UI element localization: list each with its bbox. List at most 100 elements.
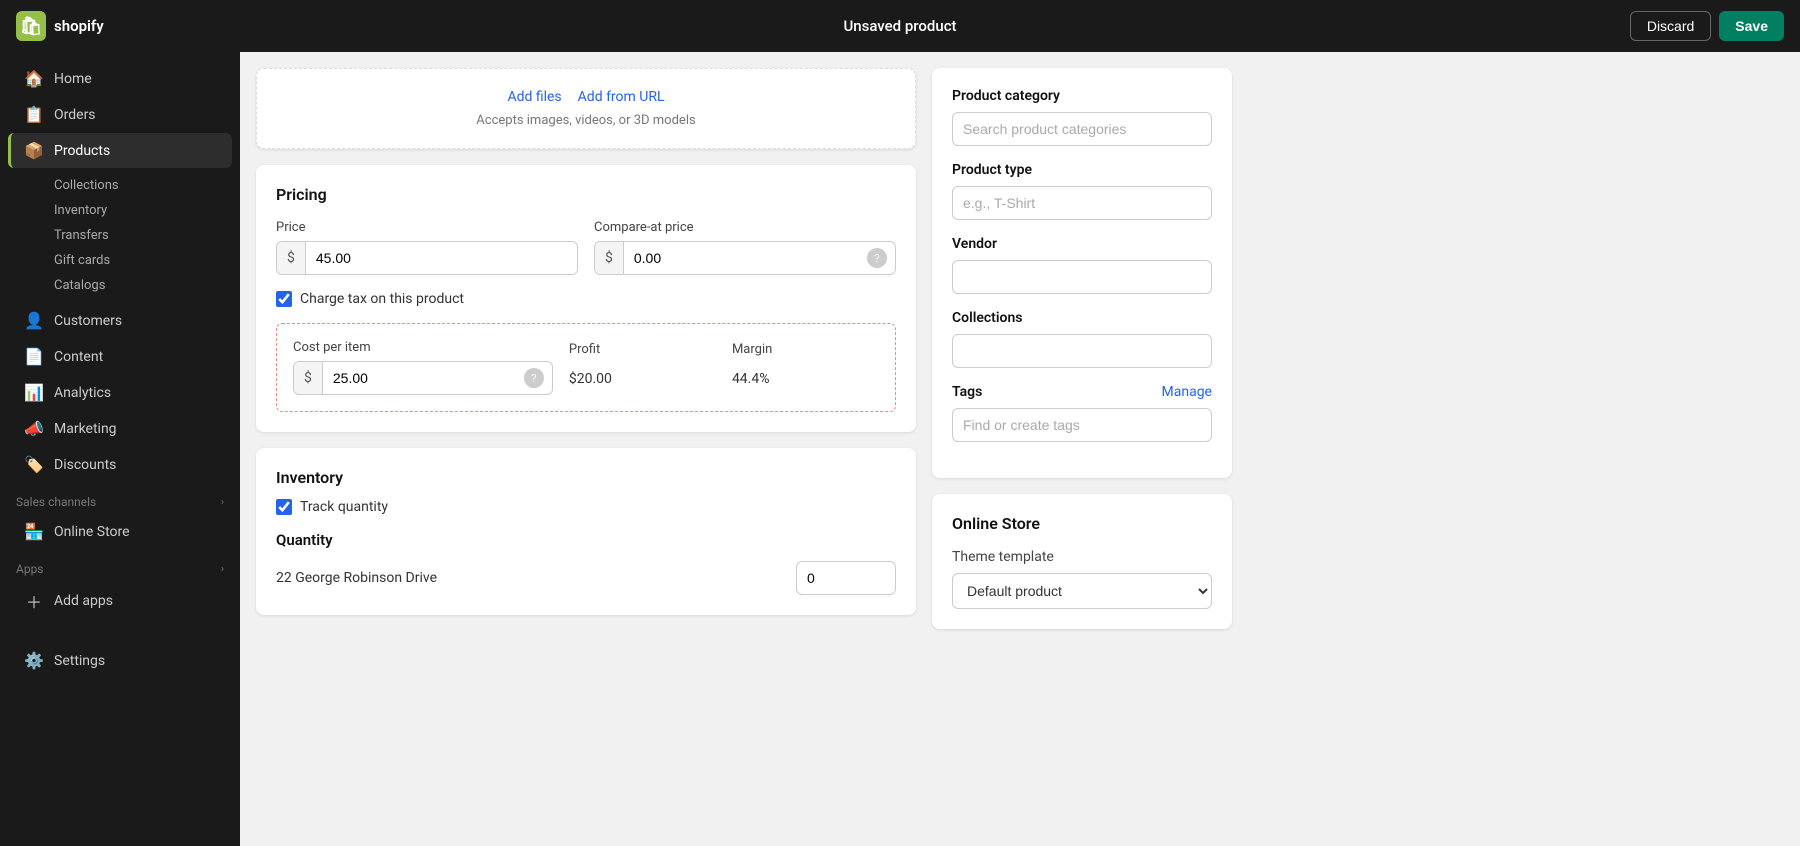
media-actions: Add files Add from URL	[277, 89, 895, 105]
apps-label: Apps ›	[0, 550, 240, 580]
topbar: 🛍 shopify Unsaved product Discard Save	[0, 0, 1800, 52]
profit-label: Profit	[569, 342, 716, 357]
sidebar-item-label: Content	[54, 349, 103, 365]
product-organization-card: Product category Product type Vendor Col…	[932, 68, 1232, 478]
cost-input[interactable]	[323, 362, 524, 394]
sidebar-item-label: Orders	[54, 107, 96, 123]
sidebar-item-inventory[interactable]: Inventory	[46, 198, 240, 223]
charge-tax-checkbox[interactable]	[276, 291, 292, 307]
cost-help-icon[interactable]: ?	[524, 368, 544, 388]
compare-input[interactable]	[624, 242, 867, 274]
chevron-right-icon: ›	[221, 497, 224, 508]
sidebar-item-label: Analytics	[54, 385, 111, 401]
sidebar-item-catalogs[interactable]: Catalogs	[46, 273, 240, 298]
tags-input[interactable]	[952, 408, 1212, 442]
sidebar-item-collections[interactable]: Collections	[46, 173, 240, 198]
price-row: Price $ Compare-at price $ ?	[276, 220, 896, 275]
margin-label: Margin	[732, 342, 879, 357]
sales-channels-label: Sales channels ›	[0, 483, 240, 513]
compare-input-wrapper: $ ?	[594, 241, 896, 275]
sidebar-item-gift-cards[interactable]: Gift cards	[46, 248, 240, 273]
quantity-location: 22 George Robinson Drive	[276, 570, 437, 586]
inventory-title: Inventory	[276, 468, 896, 487]
online-store-card: Online Store Theme template Default prod…	[932, 494, 1232, 629]
vendor-label: Vendor	[952, 236, 1212, 252]
cost-input-wrapper: $ ?	[293, 361, 553, 395]
sidebar-item-analytics[interactable]: 📊 Analytics	[8, 375, 232, 410]
content-icon: 📄	[24, 347, 44, 366]
sidebar-item-label: Marketing	[54, 421, 117, 437]
sidebar-item-discounts[interactable]: 🏷️ Discounts	[8, 447, 232, 482]
pricing-title: Pricing	[276, 185, 896, 204]
sidebar-item-transfers[interactable]: Transfers	[46, 223, 240, 248]
price-label: Price	[276, 220, 578, 235]
cost-field: Cost per item $ ?	[293, 340, 553, 395]
product-category-input[interactable]	[952, 112, 1212, 146]
add-from-url-link[interactable]: Add from URL	[578, 89, 665, 105]
customers-icon: 👤	[24, 311, 44, 330]
cost-prefix: $	[294, 362, 323, 394]
sidebar-item-products[interactable]: 📦 Products	[8, 133, 232, 168]
compare-prefix: $	[595, 242, 624, 274]
topbar-actions: Discard Save	[1630, 11, 1784, 41]
sidebar-item-label: Settings	[54, 653, 105, 669]
product-category-label: Product category	[952, 88, 1212, 104]
product-type-label: Product type	[952, 162, 1212, 178]
tags-header: Tags Manage	[952, 384, 1212, 400]
margin-value: 44.4%	[732, 363, 879, 395]
media-hint: Accepts images, videos, or 3D models	[277, 113, 895, 128]
center-column: Add files Add from URL Accepts images, v…	[256, 68, 916, 830]
price-prefix: $	[277, 242, 306, 274]
track-quantity-checkbox[interactable]	[276, 499, 292, 515]
sidebar-item-online-store[interactable]: 🏪 Online Store	[8, 514, 232, 549]
cost-label: Cost per item	[293, 340, 553, 355]
products-submenu: Collections Inventory Transfers Gift car…	[0, 169, 240, 302]
compare-help-icon[interactable]: ?	[867, 248, 887, 268]
manage-link[interactable]: Manage	[1162, 384, 1212, 400]
analytics-icon: 📊	[24, 383, 44, 402]
quantity-row: 22 George Robinson Drive	[276, 561, 896, 595]
online-store-icon: 🏪	[24, 522, 44, 541]
save-button[interactable]: Save	[1719, 11, 1784, 41]
margin-stat: Margin 44.4%	[732, 340, 879, 395]
price-input[interactable]	[306, 242, 577, 274]
sidebar: 🏠 Home 📋 Orders 📦 Products Collections I…	[0, 52, 240, 846]
quantity-title: Quantity	[276, 531, 896, 549]
sidebar-item-orders[interactable]: 📋 Orders	[8, 97, 232, 132]
quantity-input[interactable]	[796, 561, 896, 595]
settings-icon: ⚙️	[24, 651, 44, 670]
product-type-input[interactable]	[952, 186, 1212, 220]
products-icon: 📦	[24, 141, 44, 160]
vendor-input[interactable]	[952, 260, 1212, 294]
sidebar-item-label: Online Store	[54, 524, 130, 540]
chevron-right-icon: ›	[221, 564, 224, 575]
collections-input[interactable]	[952, 334, 1212, 368]
profit-value: $20.00	[569, 363, 716, 395]
add-icon: ＋	[24, 589, 44, 613]
sidebar-item-content[interactable]: 📄 Content	[8, 339, 232, 374]
discard-button[interactable]: Discard	[1630, 11, 1711, 41]
sidebar-item-label: Home	[54, 71, 92, 87]
home-icon: 🏠	[24, 69, 44, 88]
compare-price-field: Compare-at price $ ?	[594, 220, 896, 275]
main-layout: 🏠 Home 📋 Orders 📦 Products Collections I…	[0, 52, 1800, 846]
collections-label: Collections	[952, 310, 1212, 326]
sidebar-item-add-apps[interactable]: ＋ Add apps	[8, 581, 232, 621]
price-field: Price $	[276, 220, 578, 275]
sidebar-item-marketing[interactable]: 📣 Marketing	[8, 411, 232, 446]
track-quantity-label: Track quantity	[300, 499, 388, 515]
sidebar-item-label: Products	[54, 143, 110, 159]
discounts-icon: 🏷️	[24, 455, 44, 474]
media-upload-card: Add files Add from URL Accepts images, v…	[256, 68, 916, 149]
compare-label: Compare-at price	[594, 220, 896, 235]
shopify-bag-icon: 🛍	[16, 11, 46, 41]
charge-tax-row: Charge tax on this product	[276, 291, 896, 307]
page-title: Unsaved product	[843, 17, 956, 35]
price-input-wrapper: $	[276, 241, 578, 275]
sidebar-item-settings[interactable]: ⚙️ Settings	[8, 643, 232, 678]
sidebar-item-customers[interactable]: 👤 Customers	[8, 303, 232, 338]
sidebar-item-home[interactable]: 🏠 Home	[8, 61, 232, 96]
theme-template-select[interactable]: Default product Custom template	[952, 573, 1212, 609]
sidebar-item-label: Discounts	[54, 457, 116, 473]
add-files-link[interactable]: Add files	[507, 89, 561, 105]
